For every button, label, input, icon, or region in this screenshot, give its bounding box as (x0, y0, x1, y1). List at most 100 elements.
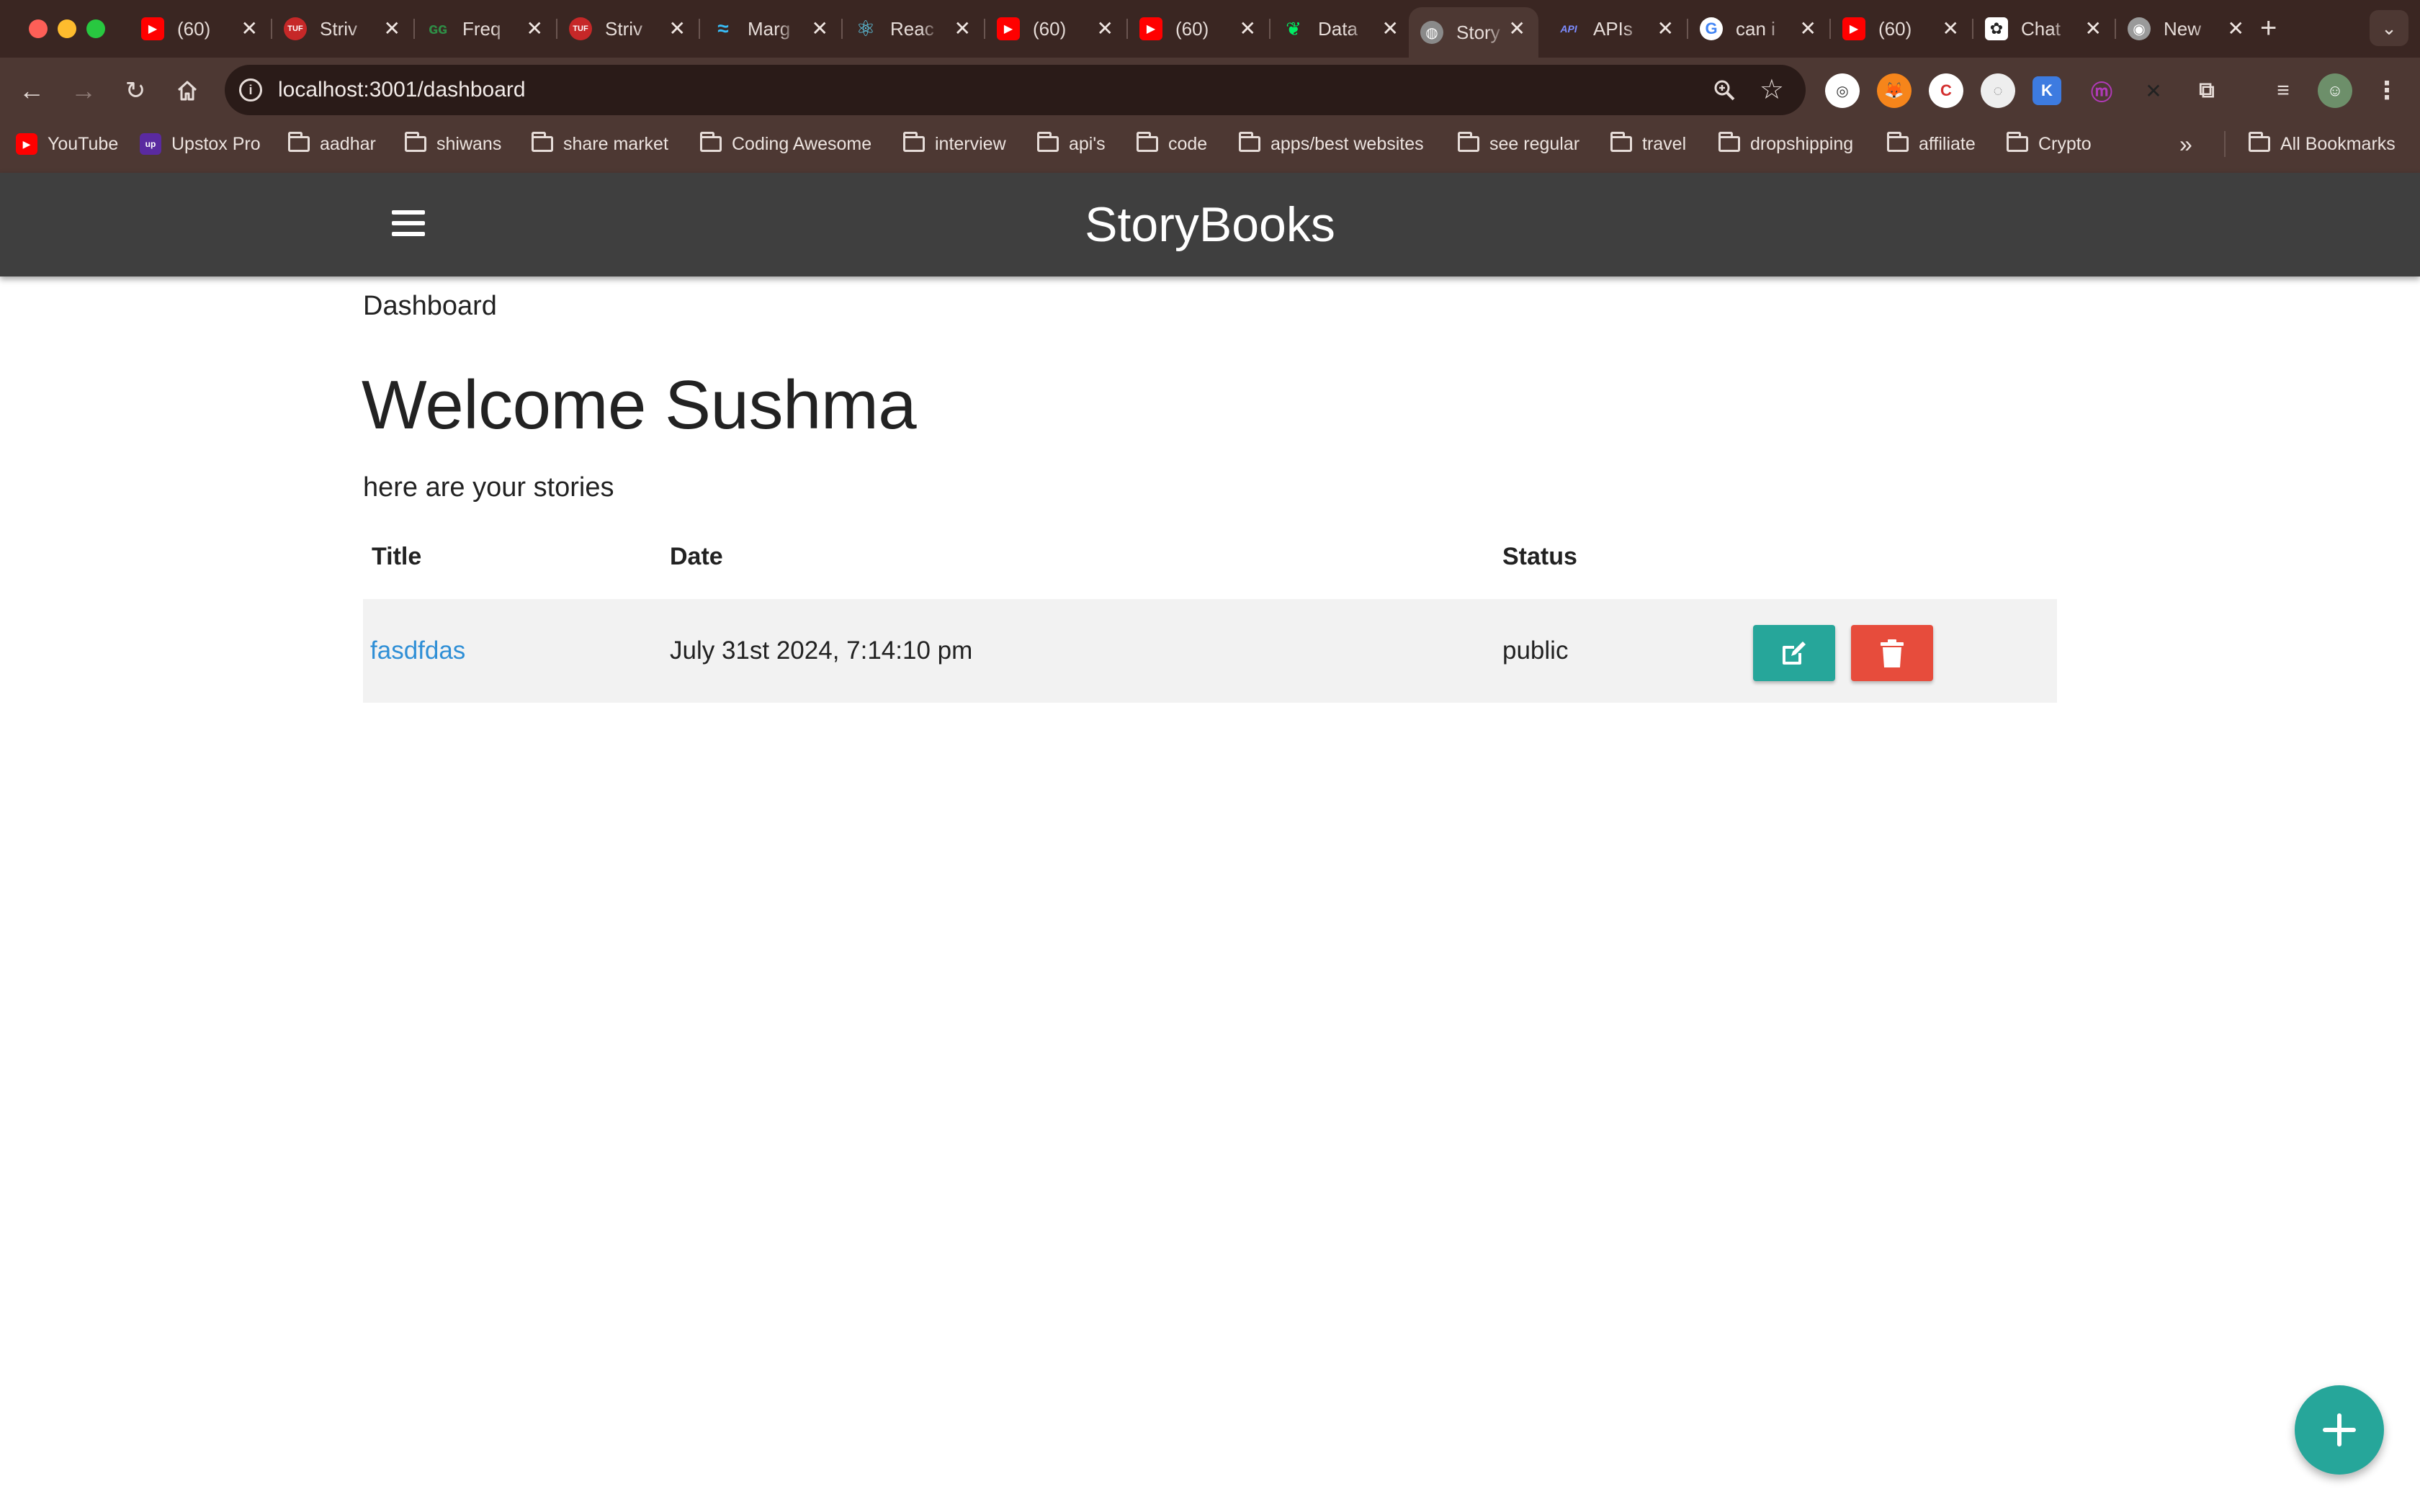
close-tab-icon[interactable]: ✕ (1657, 17, 1674, 40)
close-tab-icon[interactable]: ✕ (241, 17, 258, 40)
bookmark-folder[interactable]: Coding Awesome (700, 124, 871, 164)
browser-tab[interactable]: ⚛ Reac ✕ (843, 7, 984, 50)
delete-story-button[interactable] (1851, 625, 1933, 681)
close-tab-icon[interactable]: ✕ (384, 17, 400, 40)
close-tab-icon[interactable]: ✕ (1097, 17, 1113, 40)
bookmark-folder[interactable]: api's (1037, 124, 1106, 164)
close-tab-icon[interactable]: ✕ (1382, 17, 1399, 40)
bookmark-folder[interactable]: code (1137, 124, 1207, 164)
breadcrumb: Dashboard (363, 291, 497, 321)
close-tab-icon[interactable]: ✕ (526, 17, 543, 40)
extensions-puzzle-icon[interactable]: ⧉ (2190, 73, 2224, 108)
extension-k-icon[interactable]: K (2033, 76, 2061, 105)
extension-icon[interactable]: ◌ (1981, 73, 2015, 108)
close-tab-icon[interactable]: ✕ (1942, 17, 1959, 40)
browser-tab[interactable]: ▶ (60) ✕ (1831, 7, 1972, 50)
profile-avatar[interactable]: ☺ (2318, 73, 2352, 108)
close-window-button[interactable] (29, 19, 48, 38)
home-icon[interactable] (170, 73, 205, 108)
address-bar[interactable]: i localhost:3001/dashboard ☆ (225, 65, 1806, 115)
tab-label: Data (1318, 17, 1358, 40)
extension-x-icon[interactable]: ✕ (2136, 73, 2171, 108)
mongodb-icon: ❦ (1286, 17, 1301, 40)
folder-icon (1037, 132, 1059, 152)
bookmark-folder[interactable]: shiwans (405, 124, 501, 164)
maximize-window-button[interactable] (86, 19, 105, 38)
folder-icon (1718, 132, 1740, 152)
browser-tab[interactable]: ▶ (60) ✕ (985, 7, 1126, 50)
url-text[interactable]: localhost:3001/dashboard (278, 65, 526, 115)
browser-tab[interactable]: ▶ (60) ✕ (130, 7, 271, 50)
edit-story-button[interactable] (1753, 625, 1835, 681)
close-tab-icon[interactable]: ✕ (2085, 17, 2102, 40)
close-tab-icon[interactable]: ✕ (1240, 17, 1256, 40)
extension-c-icon[interactable]: C (1929, 73, 1963, 108)
bookmark-folder[interactable]: interview (903, 124, 1006, 164)
youtube-icon: ▶ (997, 17, 1020, 40)
extension-icon[interactable]: ◎ (1825, 73, 1860, 108)
metamask-icon[interactable]: 🦊 (1877, 73, 1912, 108)
browser-tab[interactable]: ❦ Data ✕ (1270, 7, 1412, 50)
browser-tab[interactable]: ≈ Marg ✕ (700, 7, 841, 50)
bookmark-folder[interactable]: see regular (1458, 124, 1579, 164)
column-header-date: Date (670, 543, 723, 570)
all-bookmarks-folder[interactable]: All Bookmarks (2249, 124, 2396, 164)
browser-tab-active[interactable]: ◍ Story ✕ (1409, 7, 1538, 58)
browser-tab[interactable]: ▶ (60) ✕ (1128, 7, 1269, 50)
tab-label: Freq (462, 17, 501, 40)
close-tab-icon[interactable]: ✕ (1509, 17, 1525, 40)
folder-icon (1239, 132, 1260, 152)
bookmark-folder[interactable]: share market (532, 124, 668, 164)
page-title: Welcome Sushma (362, 366, 917, 444)
bookmarks-bar: ▶ YouTube up Upstox Pro aadhar shiwans s… (0, 124, 2420, 173)
browser-tab[interactable]: ◉ New ✕ (2116, 7, 2257, 50)
folder-icon (1610, 132, 1632, 152)
brand-logo[interactable]: StoryBooks (0, 173, 2420, 276)
minimize-window-button[interactable] (58, 19, 76, 38)
browser-tab[interactable]: G can i ✕ (1688, 7, 1829, 50)
bookmark-youtube[interactable]: ▶ YouTube (16, 124, 118, 164)
browser-tab[interactable]: TUF Striv ✕ (272, 7, 413, 50)
bookmark-folder[interactable]: dropshipping (1718, 124, 1853, 164)
reload-icon[interactable]: ↻ (118, 73, 153, 108)
close-tab-icon[interactable]: ✕ (669, 17, 686, 40)
story-date: July 31st 2024, 7:14:10 pm (670, 636, 973, 665)
extension-m-icon[interactable]: ⓜ (2084, 73, 2119, 108)
tab-search-chevron-icon[interactable]: ⌄ (2370, 10, 2408, 46)
site-info-icon[interactable]: i (239, 78, 262, 102)
bookmark-folder[interactable]: travel (1610, 124, 1686, 164)
browser-tab[interactable]: ɢɢ Freq ✕ (415, 7, 556, 50)
close-tab-icon[interactable]: ✕ (954, 17, 971, 40)
bookmark-upstox[interactable]: up Upstox Pro (140, 124, 261, 164)
story-title-link[interactable]: fasdfdas (370, 599, 465, 703)
bookmark-folder[interactable]: affiliate (1887, 124, 1976, 164)
app-navbar: StoryBooks (0, 173, 2420, 276)
bookmark-folder[interactable]: apps/best websites (1239, 124, 1424, 164)
browser-tab[interactable]: TUF Striv ✕ (557, 7, 699, 50)
new-tab-button[interactable]: + (2260, 10, 2277, 46)
folder-icon (1887, 132, 1909, 152)
bookmark-folder[interactable]: aadhar (288, 124, 376, 164)
hamburger-menu-icon[interactable] (392, 204, 425, 242)
bookmark-label: YouTube (48, 133, 119, 154)
bookmark-folder[interactable]: Crypto (2007, 124, 2092, 164)
browser-menu-icon[interactable]: ⋮ (2370, 73, 2404, 108)
media-control-icon[interactable]: ≡ (2266, 73, 2300, 108)
browser-tab[interactable]: ✿ Chat ✕ (1973, 7, 2115, 50)
youtube-icon: ▶ (16, 133, 37, 155)
chrome-icon: ◉ (2128, 17, 2151, 40)
forward-arrow-icon[interactable]: → (66, 73, 101, 108)
tab-label: Striv (605, 17, 642, 40)
close-tab-icon[interactable]: ✕ (2228, 17, 2244, 40)
back-arrow-icon[interactable]: ← (14, 73, 49, 108)
bookmarks-overflow-chevron-icon[interactable]: » (2179, 124, 2192, 164)
bookmark-star-icon[interactable]: ☆ (1760, 73, 1784, 106)
zoom-icon[interactable] (1712, 78, 1736, 108)
close-tab-icon[interactable]: ✕ (1800, 17, 1816, 40)
tab-label: Reac (890, 17, 934, 40)
browser-tab[interactable]: API APIs ✕ (1546, 7, 1687, 50)
folder-icon (288, 132, 310, 152)
add-story-button[interactable] (2295, 1385, 2384, 1475)
gfg-icon: ɢɢ (429, 19, 447, 37)
close-tab-icon[interactable]: ✕ (812, 17, 828, 40)
